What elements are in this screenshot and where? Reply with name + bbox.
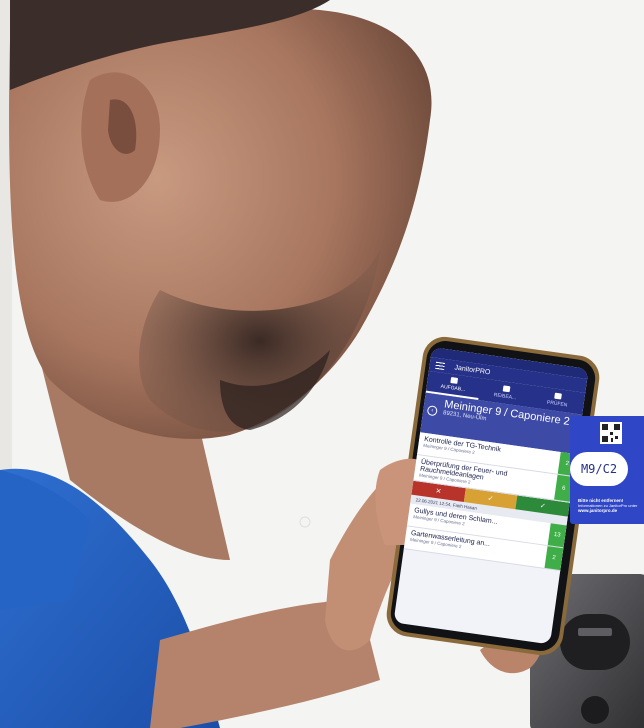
task-count-badge: 2 [544,546,564,571]
clipboard-icon [502,385,510,393]
briefcase-icon [450,376,458,384]
app-title: JanitorPRO [454,363,491,376]
location-sticker: M9/C2 Bitte nicht entfernen! Information… [570,416,644,524]
task-count-badge: 13 [547,523,567,548]
sticker-note: Bitte nicht entfernen! Informationen zu … [578,498,638,513]
phone: JanitorPRO AUFGAB... RE/BEA... PRÜFEN ‹ … [393,343,589,649]
back-icon[interactable]: ‹ [426,405,438,417]
menu-icon[interactable] [435,361,446,370]
sticker-code: M9/C2 [570,452,628,486]
qr-code-icon [600,422,622,444]
photo-scene: JanitorPRO AUFGAB... RE/BEA... PRÜFEN ‹ … [0,0,644,728]
janitorpro-app: JanitorPRO AUFGAB... RE/BEA... PRÜFEN ‹ … [393,347,589,645]
check-list-icon [554,392,563,400]
